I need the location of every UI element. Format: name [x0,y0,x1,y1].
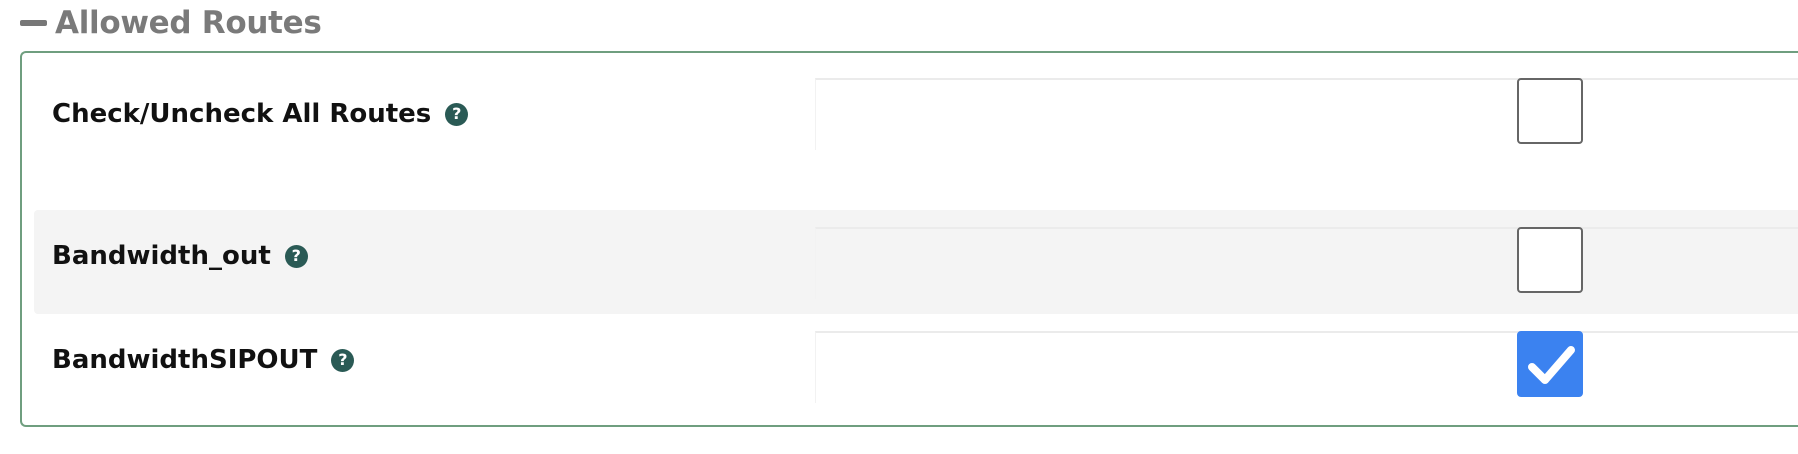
minus-icon[interactable] [20,20,47,26]
question-icon[interactable]: ? [284,244,308,268]
route-row-bandwidth-sipout: BandwidthSIPOUT ? [34,314,1798,418]
section-title: Allowed Routes [55,5,322,41]
check-all-checkbox[interactable] [1517,78,1583,144]
route-row-bandwidth-out: Bandwidth_out ? [34,210,1798,314]
route-row-check-all: Check/Uncheck All Routes ? [34,67,1798,191]
row-label-container: Check/Uncheck All Routes ? [52,94,469,134]
row-label-container: Bandwidth_out ? [52,236,308,276]
question-icon[interactable]: ? [331,348,355,372]
checkmark-icon [1528,346,1575,384]
value-cell [815,331,1798,403]
bandwidth-out-checkbox[interactable] [1517,227,1583,293]
question-icon[interactable]: ? [445,102,469,126]
row-label: BandwidthSIPOUT [52,345,318,375]
allowed-routes-panel: Check/Uncheck All Routes ? Bandwidth_out… [20,51,1798,427]
row-label: Bandwidth_out [52,241,271,271]
value-cell [815,78,1798,150]
value-cell [815,227,1798,299]
section-header-allowed-routes[interactable]: Allowed Routes [20,2,322,44]
bandwidth-sipout-checkbox[interactable] [1517,331,1583,397]
row-label-container: BandwidthSIPOUT ? [52,340,355,380]
row-label: Check/Uncheck All Routes [52,99,432,129]
